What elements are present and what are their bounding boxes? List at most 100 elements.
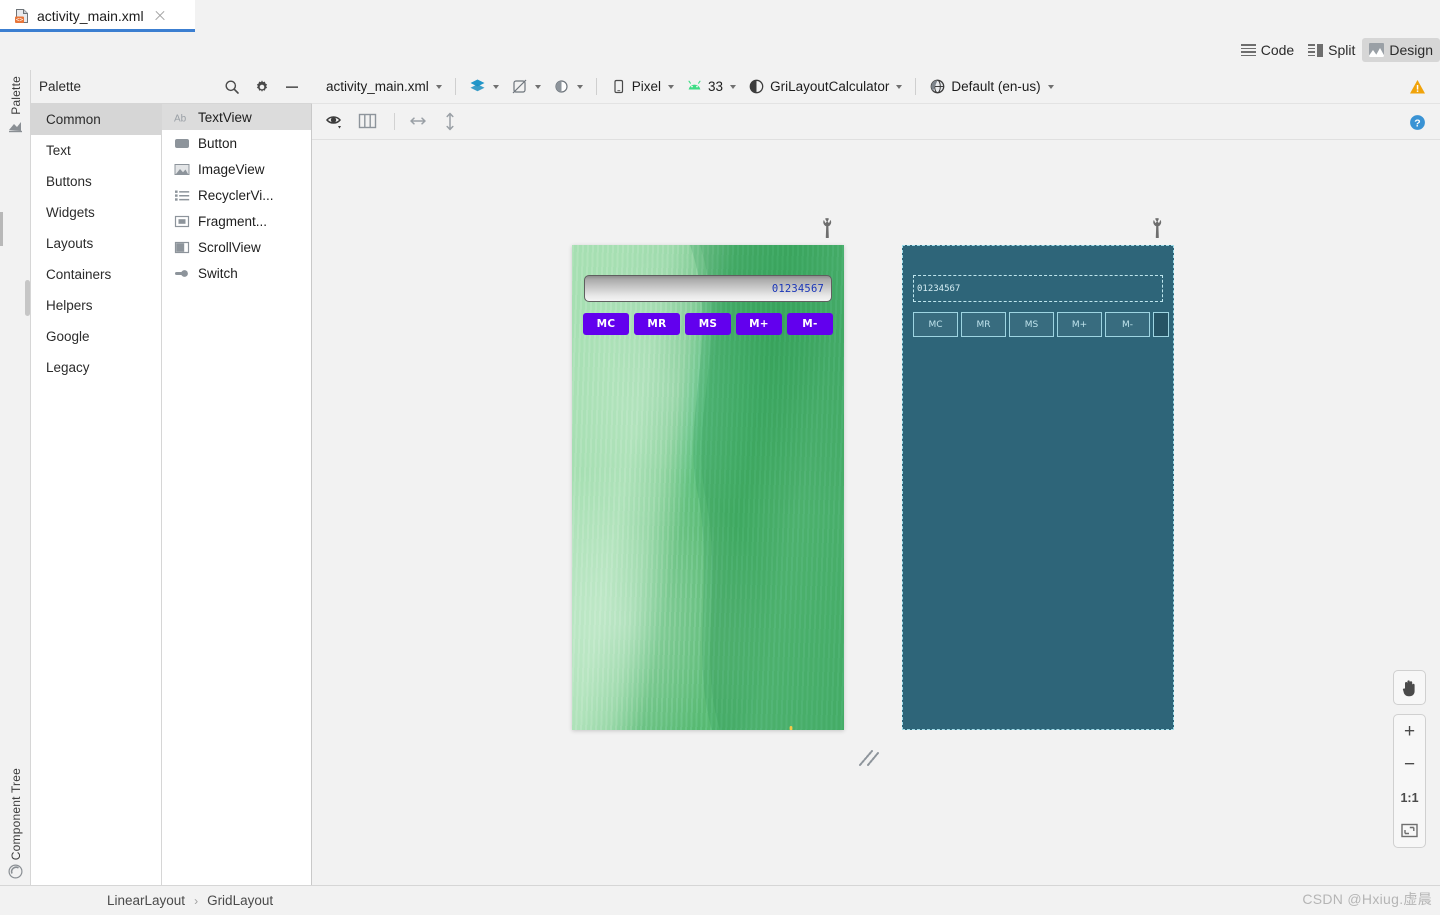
android-icon xyxy=(686,78,703,95)
device-preview-design[interactable]: Nice xyxy=(572,245,844,730)
columns-layout-icon[interactable] xyxy=(356,110,382,134)
zoom-control-group: + − 1:1 xyxy=(1393,714,1426,848)
vertical-resize-icon[interactable] xyxy=(439,110,465,134)
palette-category-common[interactable]: Common xyxy=(31,104,161,135)
blueprint-memory-button-mplus[interactable]: M+ xyxy=(1057,312,1102,337)
palette-item-scrollview[interactable]: ScrollView xyxy=(162,234,311,260)
resize-diagonal-icon[interactable] xyxy=(858,745,884,767)
palette-category-buttons[interactable]: Buttons xyxy=(31,166,161,197)
design-mode-dropdown[interactable] xyxy=(463,75,505,98)
tab-code[interactable]: Code xyxy=(1234,38,1301,62)
breadcrumb-item-linearlayout[interactable]: LinearLayout xyxy=(107,893,185,908)
palette-item-switch[interactable]: Switch xyxy=(162,260,311,286)
rail-tab-component-tree[interactable]: Component Tree xyxy=(0,768,31,879)
file-selector-label: activity_main.xml xyxy=(326,79,429,94)
toolbar-divider xyxy=(455,78,456,95)
tab-design[interactable]: Design xyxy=(1362,38,1440,62)
palette-category-label: Text xyxy=(46,143,71,158)
palette-category-google[interactable]: Google xyxy=(31,321,161,352)
palette-item-recyclerview[interactable]: RecyclerVi... xyxy=(162,182,311,208)
file-selector-dropdown[interactable]: activity_main.xml xyxy=(320,76,448,97)
theme-mode-dropdown[interactable] xyxy=(547,75,589,98)
editor-mode-switch: Code Split Design xyxy=(1234,36,1440,64)
palette-scrollbar[interactable] xyxy=(25,280,30,316)
tab-split[interactable]: Split xyxy=(1301,38,1362,62)
minimize-icon[interactable] xyxy=(284,79,300,95)
phone-icon xyxy=(610,78,627,95)
textview-icon: Ab xyxy=(174,110,191,125)
fit-to-screen-icon[interactable] xyxy=(1393,814,1426,847)
palette-category-label: Google xyxy=(46,329,90,344)
memory-button-mc[interactable]: MC xyxy=(583,313,629,335)
blueprint-grid-filler xyxy=(1153,312,1169,337)
palette-item-fragment[interactable]: Fragment... xyxy=(162,208,311,234)
actual-size-button[interactable]: 1:1 xyxy=(1393,781,1426,814)
palette-category-legacy[interactable]: Legacy xyxy=(31,352,161,383)
chevron-down-icon xyxy=(1048,85,1054,89)
file-tab-label: activity_main.xml xyxy=(37,8,144,24)
wrench-icon[interactable] xyxy=(820,218,834,238)
palette-header: Palette xyxy=(31,70,312,104)
pan-hand-icon[interactable] xyxy=(1393,671,1426,704)
design-screen[interactable]: Nice xyxy=(572,245,844,730)
theme-dropdown[interactable]: GriLayoutCalculator xyxy=(742,75,908,98)
design-canvas[interactable]: Nice xyxy=(312,140,1440,885)
palette-item-textview[interactable]: Ab TextView xyxy=(162,104,311,130)
svg-text:<>: <> xyxy=(16,16,24,23)
chevron-down-icon xyxy=(436,85,442,89)
android-studio-layout-editor: <> activity_main.xml Code Split Design P… xyxy=(0,0,1440,915)
day-night-icon xyxy=(553,78,570,95)
palette-category-label: Layouts xyxy=(46,236,93,251)
blueprint-calculator-display[interactable]: 01234567 xyxy=(913,275,1163,302)
rail-tab-palette[interactable]: Palette xyxy=(0,76,31,134)
calculator-display[interactable]: 01234567 xyxy=(584,275,832,302)
file-tab-activity-main[interactable]: <> activity_main.xml xyxy=(0,0,195,32)
memory-button-mminus[interactable]: M- xyxy=(787,313,833,335)
api-level-dropdown[interactable]: 33 xyxy=(680,75,742,98)
eye-visibility-icon[interactable] xyxy=(324,110,350,134)
blueprint-memory-button-mminus[interactable]: M- xyxy=(1105,312,1150,337)
rail-tab-component-tree-label: Component Tree xyxy=(9,768,23,860)
palette-category-layouts[interactable]: Layouts xyxy=(31,228,161,259)
palette-category-helpers[interactable]: Helpers xyxy=(31,290,161,321)
palette-item-imageview[interactable]: ImageView xyxy=(162,156,311,182)
help-question-icon[interactable]: ? xyxy=(1409,114,1426,131)
palette-item-button[interactable]: Button xyxy=(162,130,311,156)
palette-category-containers[interactable]: Containers xyxy=(31,259,161,290)
gear-icon[interactable] xyxy=(254,79,270,95)
palette-category-text[interactable]: Text xyxy=(31,135,161,166)
blueprint-screen[interactable]: 01234567 MC MR MS M+ M- xyxy=(902,245,1174,730)
status-bar: LinearLayout › GridLayout xyxy=(0,885,1440,915)
orientation-dropdown[interactable] xyxy=(505,75,547,98)
palette-title: Palette xyxy=(39,79,224,94)
wrench-icon[interactable] xyxy=(1150,218,1164,238)
palette-category-list: Common Text Buttons Widgets Layouts Cont… xyxy=(31,104,162,885)
tab-split-label: Split xyxy=(1328,42,1355,58)
memory-button-ms[interactable]: MS xyxy=(685,313,731,335)
zoom-out-button[interactable]: − xyxy=(1393,748,1426,781)
horizontal-resize-icon[interactable] xyxy=(407,110,433,134)
blueprint-memory-button-mc[interactable]: MC xyxy=(913,312,958,337)
chevron-down-icon xyxy=(730,85,736,89)
split-view-icon xyxy=(1308,43,1323,57)
warning-triangle-icon[interactable] xyxy=(1409,79,1426,95)
palette-category-widgets[interactable]: Widgets xyxy=(31,197,161,228)
zoom-controls: + − 1:1 xyxy=(1393,670,1426,848)
design-editor: activity_main.xml xyxy=(312,70,1440,885)
tab-code-label: Code xyxy=(1261,42,1294,58)
breadcrumb-item-gridlayout[interactable]: GridLayout xyxy=(207,893,273,908)
zoom-in-button[interactable]: + xyxy=(1393,715,1426,748)
memory-button-row: MC MR MS M+ M- xyxy=(583,313,833,335)
memory-button-mplus[interactable]: M+ xyxy=(736,313,782,335)
blueprint-memory-button-ms[interactable]: MS xyxy=(1009,312,1054,337)
close-icon[interactable] xyxy=(153,9,167,23)
memory-button-mr[interactable]: MR xyxy=(634,313,680,335)
blueprint-memory-button-mr[interactable]: MR xyxy=(961,312,1006,337)
locale-dropdown[interactable]: Default (en-us) xyxy=(923,75,1059,98)
device-label: Pixel xyxy=(632,79,661,94)
chevron-down-icon xyxy=(535,85,541,89)
device-dropdown[interactable]: Pixel xyxy=(604,75,680,98)
device-preview-blueprint[interactable]: 01234567 MC MR MS M+ M- xyxy=(902,245,1174,730)
search-icon[interactable] xyxy=(224,79,240,95)
locale-label: Default (en-us) xyxy=(951,79,1040,94)
